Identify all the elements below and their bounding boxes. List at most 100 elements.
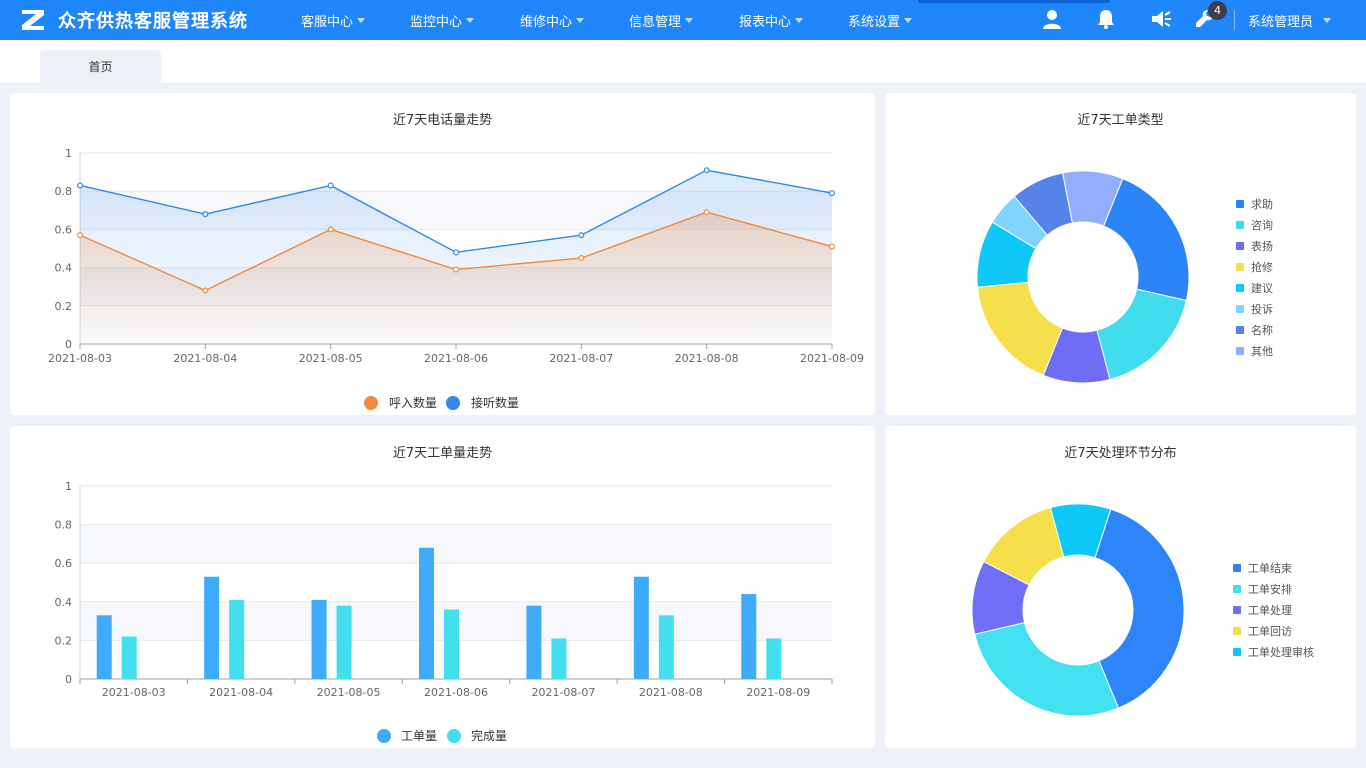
app-title: 众齐供热客服管理系统 [58, 11, 248, 32]
bar [96, 615, 112, 679]
notification-badge: 4 [1208, 1, 1227, 20]
bar [121, 636, 137, 679]
legend-marker [1236, 200, 1244, 208]
order-type-panel: 近7天工单类型 求助 咨询 表扬 抢修 建议 投诉 名称 其他 [885, 93, 1356, 415]
process-dist-panel: 近7天处理环节分布 工单结束 工单安排 工单处理 工单回访 工单处理审核 [885, 426, 1356, 748]
order-type-chart: 求助咨询表扬抢修建议投诉名称其他 [976, 170, 1273, 384]
legend-label: 工单安排 [1248, 582, 1292, 596]
y-tick-label: 1 [65, 147, 72, 160]
data-point [453, 266, 460, 273]
menu-repair[interactable]: 维修中心 [520, 11, 585, 30]
user-icon[interactable] [1041, 8, 1063, 30]
caret-down-icon [685, 18, 694, 23]
pie-slice [1094, 508, 1185, 709]
speaker-icon[interactable] [1150, 8, 1172, 30]
y-tick-label: 0 [65, 673, 72, 686]
legend-marker [1233, 585, 1241, 593]
caret-down-icon [1323, 18, 1332, 23]
data-point [828, 243, 835, 250]
grid-band [80, 524, 832, 564]
legend-marker [1236, 263, 1244, 271]
process-dist-chart: 工单结束工单安排工单处理工单回访工单处理审核 [971, 503, 1314, 717]
order-trend-panel: 近7天工单量走势 0 0.2 0.4 0.6 0.8 1 2021-08-03 2021-08… [10, 426, 875, 748]
bar [204, 576, 220, 679]
legend-label: 接听数量 [471, 395, 519, 410]
bar [419, 547, 434, 679]
legend-label: 建议 [1251, 281, 1273, 295]
data-point [327, 226, 334, 233]
legend-label: 工单处理 [1248, 604, 1292, 617]
y-tick-label: 0.2 [55, 634, 73, 647]
y-tick-label: 0.4 [55, 596, 73, 609]
x-tick-label: 2021-08-03 [48, 352, 112, 365]
legend-marker [1233, 648, 1241, 656]
menu-system-settings[interactable]: 系统设置 [848, 11, 913, 30]
bar [444, 609, 459, 679]
data-point [76, 182, 83, 189]
legend-marker [377, 729, 391, 743]
menu-monitoring[interactable]: 监控中心 [410, 11, 475, 30]
legend-label: 其他 [1251, 345, 1273, 358]
pie-slice [974, 621, 1120, 717]
top-scroll-indicator [918, 0, 1110, 3]
bell-icon[interactable] [1095, 8, 1117, 30]
data-point [327, 182, 334, 189]
data-point [76, 232, 83, 239]
caret-down-icon [904, 18, 913, 23]
legend-marker [1236, 326, 1244, 334]
bar [766, 638, 782, 679]
top-navbar: 众齐供热客服管理系统 客服中心 监控中心 维修中心 信息管理 报表中心 系统设置… [0, 0, 1366, 40]
legend-marker [1236, 347, 1244, 355]
bar [741, 594, 757, 679]
menu-label: 报表中心 [739, 15, 792, 30]
bar [658, 615, 674, 679]
x-tick-label: 2021-08-07 [531, 686, 595, 699]
menu-label: 系统设置 [848, 15, 901, 30]
x-tick-label: 2021-08-08 [639, 686, 703, 699]
y-tick-label: 0.6 [55, 557, 73, 570]
x-tick-label: 2021-08-05 [317, 686, 381, 699]
legend-label: 工单量 [401, 729, 437, 743]
data-point [703, 167, 710, 174]
menu-customer-service[interactable]: 客服中心 [301, 11, 366, 30]
data-point [202, 287, 209, 294]
legend-marker [364, 396, 378, 410]
call-trend-panel: 近7天电话量走势 0 0.2 0.4 0.6 0.8 1 2021-08-03 2021-08… [10, 93, 875, 415]
menu-reports[interactable]: 报表中心 [739, 11, 804, 30]
x-tick-label: 2021-08-06 [424, 686, 488, 699]
y-tick-label: 0.8 [55, 519, 73, 532]
logo-icon [22, 10, 44, 30]
data-point [578, 232, 585, 239]
data-point [703, 209, 710, 216]
legend-marker [1236, 221, 1244, 229]
y-tick-label: 0.6 [55, 223, 73, 236]
menu-label: 客服中心 [301, 15, 354, 30]
x-tick-label: 2021-08-05 [299, 352, 363, 365]
data-point [578, 255, 585, 262]
legend-marker [1233, 564, 1241, 572]
x-tick-label: 2021-08-04 [209, 686, 273, 699]
y-tick-label: 0 [65, 338, 72, 351]
order-trend-chart: 0 0.2 0.4 0.6 0.8 1 2021-08-03 2021-08-04 2021-0… [55, 480, 833, 743]
tab-home[interactable]: 首页 [40, 50, 161, 84]
legend-label: 抢修 [1251, 260, 1273, 274]
caret-down-icon [466, 18, 475, 23]
x-tick-label: 2021-08-03 [102, 686, 166, 699]
legend-label: 求助 [1251, 197, 1273, 211]
call-trend-chart: 0 0.2 0.4 0.6 0.8 1 2021-08-03 2021-08-04 2021-0… [48, 147, 864, 410]
data-point [828, 190, 835, 197]
menu-label: 维修中心 [520, 15, 573, 30]
menu-info-management[interactable]: 信息管理 [629, 11, 694, 30]
legend-label: 呼入数量 [389, 395, 437, 410]
x-tick-label: 2021-08-07 [549, 352, 613, 365]
data-point [453, 249, 460, 256]
legend-label: 投诉 [1251, 302, 1273, 316]
legend-marker [1236, 242, 1244, 250]
x-tick-label: 2021-08-06 [424, 352, 488, 365]
legend-label: 工单处理审核 [1248, 645, 1314, 659]
legend-label: 咨询 [1251, 218, 1273, 232]
data-point [202, 211, 209, 218]
menu-label: 监控中心 [410, 15, 463, 30]
y-tick-label: 0.4 [55, 262, 73, 275]
user-menu[interactable]: 系统管理员 [1248, 11, 1332, 30]
